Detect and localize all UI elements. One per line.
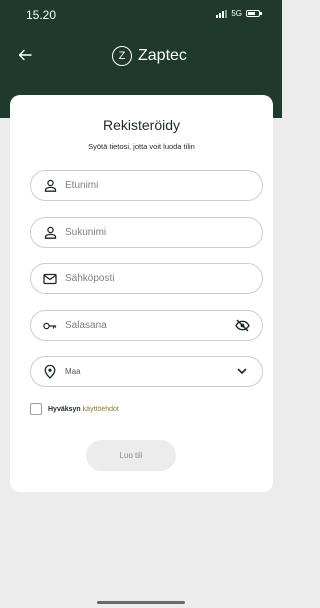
person-icon xyxy=(43,179,57,193)
person-icon xyxy=(43,226,57,240)
register-card: Rekisteröidy Syötä tietosi, jotta voit l… xyxy=(10,95,273,492)
last-name-field[interactable] xyxy=(30,217,263,248)
country-select[interactable]: Maa xyxy=(30,356,263,387)
terms-link[interactable]: käyttöehdot xyxy=(83,406,119,413)
signal-icon xyxy=(216,9,228,18)
terms-checkbox[interactable] xyxy=(30,403,42,415)
status-bar: 15.20 5G xyxy=(0,0,282,30)
country-value: Maa xyxy=(65,367,81,376)
terms-text: Hyväksyn xyxy=(48,405,81,413)
location-pin-icon xyxy=(43,364,57,379)
chevron-down-icon[interactable] xyxy=(234,364,250,380)
terms-row: Hyväksyn käyttöehdot xyxy=(30,403,119,415)
brand-name: Zaptec xyxy=(138,47,187,64)
create-account-button[interactable]: Luo tili xyxy=(86,440,176,471)
back-arrow-icon[interactable] xyxy=(18,48,36,66)
password-input[interactable] xyxy=(65,320,234,331)
page-title: Rekisteröidy xyxy=(102,117,181,133)
first-name-input[interactable] xyxy=(65,180,262,191)
home-indicator xyxy=(97,601,185,604)
zaptec-logo-icon: Z xyxy=(112,46,132,66)
mail-icon xyxy=(43,272,57,286)
email-field[interactable] xyxy=(30,263,263,294)
status-time: 15.20 xyxy=(26,8,57,22)
page-subtitle: Syötä tietosi, jotta voit luoda tilin xyxy=(88,142,195,151)
first-name-field[interactable] xyxy=(30,170,263,201)
last-name-input[interactable] xyxy=(65,227,262,238)
brand: Z Zaptec xyxy=(112,46,187,66)
email-input[interactable] xyxy=(65,273,262,284)
eye-off-icon[interactable] xyxy=(234,318,250,334)
password-field[interactable] xyxy=(30,310,263,341)
battery-icon xyxy=(246,10,262,17)
network-label: 5G xyxy=(231,9,242,18)
key-icon xyxy=(43,319,57,333)
status-indicators: 5G xyxy=(216,9,262,18)
